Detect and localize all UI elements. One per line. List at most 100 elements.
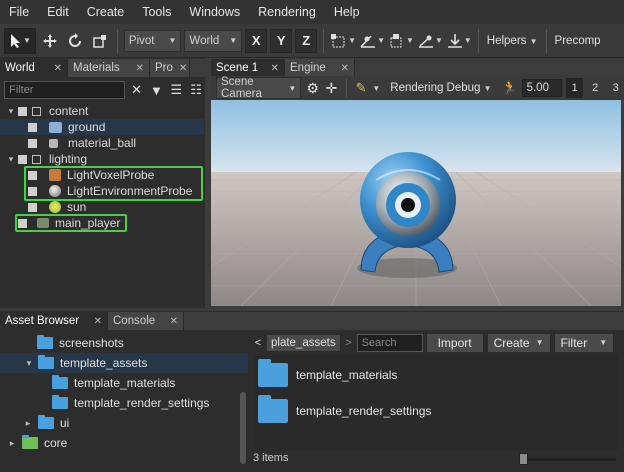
tree-row-ground[interactable]: ground	[0, 119, 204, 135]
space-dropdown[interactable]: World ▼	[184, 29, 243, 52]
enable-checkbox[interactable]	[18, 154, 27, 164]
create-label: Create	[493, 336, 530, 350]
chevron-right-icon[interactable]: ▸	[4, 438, 20, 449]
chevron-right-icon[interactable]: ▸	[20, 418, 36, 429]
folder-row-ui[interactable]: ▸ ui	[0, 413, 248, 433]
tree-row-light-voxel-probe[interactable]: LightVoxelProbe	[0, 167, 204, 183]
folder-tree-scrollbar[interactable]	[240, 392, 246, 464]
menu-tools[interactable]: Tools	[133, 0, 180, 24]
asset-item-template-materials[interactable]: template_materials	[258, 359, 397, 387]
rendering-debug-dropdown[interactable]: Rendering Debug ▼	[388, 82, 493, 94]
tree-row-lighting[interactable]: ▾ lighting	[0, 151, 204, 167]
folder-row-core[interactable]: ▸ core	[0, 433, 248, 453]
world-filter-input[interactable]: Filter	[4, 81, 125, 99]
close-icon[interactable]: ✕	[271, 63, 279, 74]
tab-asset-browser[interactable]: Asset Browser ✕	[0, 312, 108, 330]
view-layout-2-button[interactable]: 2	[587, 78, 604, 98]
node-icon	[32, 106, 41, 116]
folder-row-template-materials[interactable]: template_materials	[0, 373, 248, 393]
collapse-all-icon[interactable]: ☰	[168, 82, 184, 98]
menu-windows[interactable]: Windows	[180, 0, 249, 24]
close-icon[interactable]: ✕	[179, 63, 187, 74]
menu-rendering[interactable]: Rendering	[249, 0, 325, 24]
asset-content-area[interactable]: template_materials template_render_setti…	[253, 354, 619, 450]
close-icon[interactable]: ✕	[170, 316, 178, 327]
close-icon[interactable]: ✕	[94, 316, 102, 327]
axis-y-button[interactable]: Y	[270, 28, 293, 53]
view-layout-1-button[interactable]: 1	[566, 78, 583, 98]
tab-properties[interactable]: Pro ✕	[150, 59, 190, 77]
helpers-dropdown[interactable]: Helpers ▼	[485, 35, 540, 47]
back-chevron-icon[interactable]: <	[253, 337, 263, 349]
tab-materials[interactable]: Materials ✕	[68, 59, 150, 77]
enable-checkbox[interactable]	[28, 202, 37, 212]
grid-snap-button[interactable]: ▼	[330, 28, 356, 54]
asset-search-input[interactable]: Search	[356, 334, 423, 352]
running-man-icon[interactable]: 🏃	[502, 80, 518, 96]
enable-checkbox[interactable]	[28, 122, 37, 132]
asset-item-template-render-settings[interactable]: template_render_settings	[258, 395, 431, 423]
tree-row-sun[interactable]: sun	[0, 199, 204, 215]
tab-console[interactable]: Console ✕	[108, 312, 184, 330]
scale-tool-button[interactable]	[89, 28, 111, 54]
angle-snap-icon	[360, 34, 376, 48]
folder-icon	[258, 395, 288, 423]
camera-settings-gear-icon[interactable]: ⚙	[305, 80, 320, 97]
close-icon[interactable]: ✕	[341, 63, 349, 74]
enable-checkbox[interactable]	[28, 186, 37, 196]
menu-edit[interactable]: Edit	[38, 0, 78, 24]
axis-x-button[interactable]: X	[245, 28, 268, 53]
chevron-down-icon[interactable]: ▾	[6, 154, 16, 165]
thumbnail-size-slider-handle[interactable]	[519, 453, 528, 465]
camera-dropdown[interactable]: Scene Camera ▼	[216, 76, 302, 100]
filter-icon[interactable]: ▼	[149, 83, 165, 98]
precomp-button[interactable]: Precomp	[553, 35, 603, 47]
close-icon[interactable]: ✕	[54, 63, 62, 74]
tab-materials-label: Materials	[73, 62, 120, 74]
enable-checkbox[interactable]	[18, 218, 27, 228]
menu-help[interactable]: Help	[325, 0, 369, 24]
rotate-tool-button[interactable]	[64, 28, 86, 54]
folder-row-template-render-settings[interactable]: template_render_settings	[0, 393, 248, 413]
folder-row-screenshots[interactable]: screenshots	[0, 333, 248, 353]
folder-row-template-assets[interactable]: ▾ template_assets	[0, 353, 248, 373]
scene-viewport[interactable]	[211, 100, 621, 306]
import-button[interactable]: Import	[425, 333, 484, 353]
axis-z-button[interactable]: Z	[295, 28, 318, 53]
brush-icon[interactable]: ✎	[354, 80, 369, 96]
vertex-snap-button[interactable]: ▼	[388, 28, 414, 54]
tab-engine[interactable]: Engine ✕	[285, 59, 355, 77]
close-icon[interactable]: ✕	[136, 63, 144, 74]
tree-row-light-environment-probe[interactable]: LightEnvironmentProbe	[0, 183, 204, 199]
pivot-dropdown[interactable]: Pivot ▼	[123, 29, 182, 52]
enable-checkbox[interactable]	[18, 106, 27, 116]
tree-row-content[interactable]: ▾ content	[0, 103, 204, 119]
crosshair-icon[interactable]: ✛	[324, 80, 339, 97]
chevron-down-icon[interactable]: ▾	[6, 106, 16, 117]
create-dropdown[interactable]: Create ▼	[486, 333, 551, 353]
chevron-down-icon[interactable]: ▾	[22, 358, 36, 369]
move-tool-button[interactable]	[39, 28, 61, 54]
tab-world[interactable]: World ✕	[0, 59, 68, 77]
breadcrumb[interactable]: plate_assets	[266, 334, 341, 352]
tree-row-main-player[interactable]: main_player	[0, 215, 204, 231]
folder-label: ui	[60, 416, 70, 430]
place-on-ground-button[interactable]: ▼	[446, 28, 472, 54]
select-tool-button[interactable]: ▼	[4, 27, 36, 54]
chevron-down-icon[interactable]: ▼	[372, 84, 380, 93]
clear-filter-icon[interactable]: ✕	[129, 82, 145, 98]
surface-snap-button[interactable]: ▼	[417, 28, 443, 54]
view-layout-3-button[interactable]: 3	[607, 78, 624, 98]
tree-row-material-ball[interactable]: material_ball	[0, 135, 204, 151]
enable-checkbox[interactable]	[28, 138, 37, 148]
camera-speed-field[interactable]: 5.00 ▼	[521, 79, 563, 109]
menu-create[interactable]: Create	[78, 0, 134, 24]
menu-file[interactable]: File	[0, 0, 38, 24]
breadcrumb-separator-icon: >	[345, 337, 352, 349]
filter-dropdown[interactable]: Filter ▼	[553, 333, 615, 353]
hierarchy-icon[interactable]: ☷	[188, 82, 204, 98]
enable-checkbox[interactable]	[28, 170, 37, 180]
thumbnail-size-slider-track[interactable]	[520, 458, 616, 461]
angle-snap-button[interactable]: ▼	[359, 28, 385, 54]
tab-scene-1[interactable]: Scene 1 ✕	[211, 59, 285, 77]
